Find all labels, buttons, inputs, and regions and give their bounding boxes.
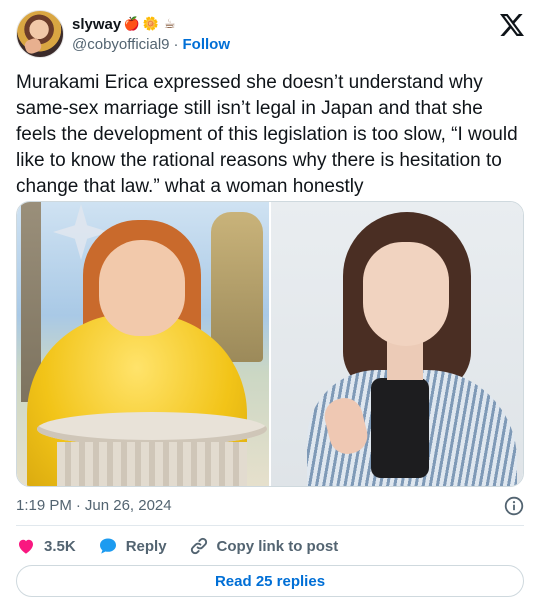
photo-table-shape [37, 412, 267, 446]
separator: · [173, 36, 179, 53]
speech-bubble-icon [99, 538, 116, 554]
embedded-post-card: slyway 🍎 🌼 ☕ @cobyofficial9 · Follow Murak… [0, 0, 540, 613]
link-icon [190, 537, 207, 555]
photo-princess-costume[interactable] [17, 202, 269, 486]
x-logo-icon[interactable] [500, 14, 524, 36]
display-name[interactable]: slyway [72, 16, 121, 33]
photo-portrait[interactable] [271, 202, 523, 486]
copy-link-label: Copy link to post [216, 537, 339, 555]
photo-castle-shape [211, 212, 263, 362]
like-count: 3.5K [44, 537, 76, 555]
reply-button[interactable]: Reply [98, 535, 167, 557]
apple-emoji: 🍎 [123, 16, 140, 31]
display-name-row: slyway 🍎 🌼 ☕ [72, 14, 230, 34]
action-bar: 3.5K Reply Copy link to post [16, 535, 360, 557]
author-names: slyway 🍎 🌼 ☕ @cobyofficial9 · Follow [72, 14, 230, 55]
author-handle[interactable]: @cobyofficial9 [72, 36, 170, 53]
divider [16, 525, 524, 526]
avatar[interactable] [16, 10, 64, 58]
heart-icon [19, 539, 33, 554]
copy-link-button[interactable]: Copy link to post [189, 535, 339, 557]
post-date: Jun 26, 2024 [84, 497, 172, 514]
photo-table-base-shape [57, 442, 247, 486]
reply-label: Reply [125, 537, 167, 555]
media-grid[interactable] [16, 201, 524, 487]
photo-face-shape [99, 240, 185, 336]
follow-link[interactable]: Follow [183, 36, 231, 53]
post-time: 1:19 PM [16, 497, 72, 514]
read-replies-button[interactable]: Read 25 replies [16, 565, 524, 597]
photo-face-shape [363, 242, 449, 346]
post-text: Murakami Erica expressed she doesn’t und… [16, 72, 518, 197]
post-header: slyway 🍎 🌼 ☕ @cobyofficial9 · Follow [16, 10, 524, 60]
info-icon[interactable] [504, 496, 524, 516]
separator: · [75, 497, 81, 514]
like-button[interactable]: 3.5K [16, 535, 76, 557]
coffee-emoji: ☕ [163, 16, 176, 31]
flower-emoji: 🌼 [142, 16, 159, 31]
handle-row: @cobyofficial9 · Follow [72, 35, 230, 55]
photo-top-shape [371, 378, 429, 478]
post-timestamp[interactable]: 1:19 PM · Jun 26, 2024 [16, 496, 172, 516]
